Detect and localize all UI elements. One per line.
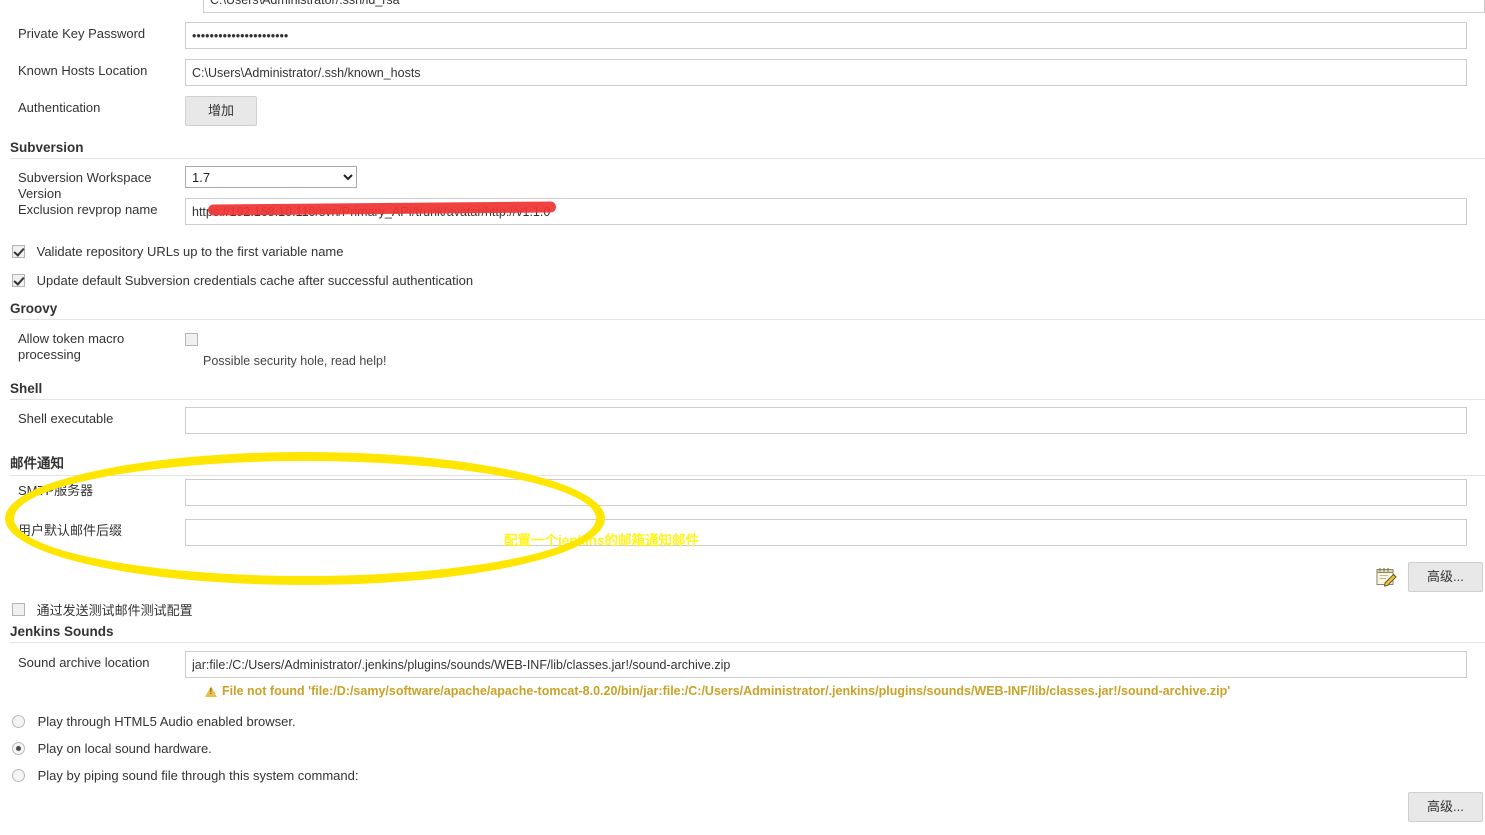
shell-executable-label: Shell executable <box>18 411 114 426</box>
validate-repository-urls-checkbox[interactable] <box>12 245 25 259</box>
playback-option-pipe-radio[interactable] <box>12 769 25 783</box>
exclusion-revprop-input[interactable] <box>185 198 1467 225</box>
groovy-section-divider <box>10 319 1485 320</box>
authentication-row: Authentication 增加 <box>0 96 1485 127</box>
shell-section-divider <box>10 399 1485 400</box>
sound-archive-warning-text: File not found 'file:/D:/samy/software/a… <box>222 684 1231 698</box>
allow-token-macro-label: Allow token macro processing <box>18 331 125 362</box>
smtp-server-input[interactable] <box>185 479 1467 506</box>
subversion-workspace-version-row: Subversion Workspace Version 1.7 <box>0 166 1485 202</box>
sounds-section-title: Jenkins Sounds <box>10 624 114 639</box>
ssh-private-key-path-input[interactable] <box>203 0 1485 13</box>
sound-archive-warning: File not found 'file:/D:/samy/software/a… <box>205 684 1230 698</box>
mail-section-title: 邮件通知 <box>10 456 64 471</box>
test-mail-config-row[interactable]: 通过发送测试邮件测试配置 <box>12 600 193 619</box>
mail-section-header: 邮件通知 <box>10 452 1485 476</box>
subversion-section-header: Subversion <box>10 140 1485 159</box>
known-hosts-location-label: Known Hosts Location <box>18 63 148 78</box>
notepad-pencil-icon[interactable] <box>1376 567 1398 587</box>
test-mail-config-label: 通过发送测试邮件测试配置 <box>36 603 193 618</box>
groovy-section-title: Groovy <box>10 301 58 316</box>
known-hosts-location-row: Known Hosts Location <box>0 59 1485 86</box>
playback-option-pipe-row[interactable]: Play by piping sound file through this s… <box>12 767 358 783</box>
add-authentication-button[interactable]: 增加 <box>185 96 258 127</box>
default-mail-suffix-row: 用户默认邮件后缀 <box>0 519 1485 546</box>
groovy-section-header: Groovy <box>10 301 1485 320</box>
groovy-security-hint: Possible security hole, read help! <box>203 354 387 368</box>
mail-actions-group: 高级... <box>1376 562 1483 593</box>
validate-repository-urls-label: Validate repository URLs up to the first… <box>36 244 344 260</box>
playback-option-local-label: Play on local sound hardware. <box>37 741 212 757</box>
sound-archive-location-label: Sound archive location <box>18 655 150 670</box>
playback-option-html5-row[interactable]: Play through HTML5 Audio enabled browser… <box>12 713 296 729</box>
sound-archive-location-row: Sound archive location <box>0 651 1485 678</box>
exclusion-revprop-label: Exclusion revprop name <box>18 202 158 217</box>
mail-advanced-button[interactable]: 高级... <box>1408 562 1483 593</box>
sounds-section-header: Jenkins Sounds <box>10 624 1485 643</box>
sound-archive-location-input[interactable] <box>185 651 1467 678</box>
subversion-section-divider <box>10 158 1485 159</box>
validate-repository-urls-row[interactable]: Validate repository URLs up to the first… <box>12 243 343 259</box>
subversion-section-title: Subversion <box>10 140 84 155</box>
known-hosts-location-input[interactable] <box>185 59 1467 86</box>
authentication-label: Authentication <box>18 100 101 115</box>
playback-option-html5-label: Play through HTML5 Audio enabled browser… <box>37 714 296 730</box>
sounds-advanced-button[interactable]: 高级... <box>1408 792 1483 823</box>
subversion-workspace-version-label: Subversion Workspace Version <box>18 170 152 201</box>
subversion-workspace-version-select[interactable]: 1.7 <box>185 166 357 188</box>
shell-executable-input[interactable] <box>185 407 1467 434</box>
shell-executable-row: Shell executable <box>0 407 1485 434</box>
playback-option-pipe-label: Play by piping sound file through this s… <box>37 768 359 784</box>
shell-section-header: Shell <box>10 381 1485 400</box>
jenkins-system-config-page: Private Key Password Known Hosts Locatio… <box>0 0 1485 835</box>
allow-token-macro-checkbox[interactable] <box>185 333 198 347</box>
update-credentials-cache-row[interactable]: Update default Subversion credentials ca… <box>12 272 473 288</box>
exclusion-revprop-row: Exclusion revprop name <box>0 198 1485 225</box>
smtp-server-row: SMTP服务器 <box>0 479 1485 506</box>
default-mail-suffix-label: 用户默认邮件后缀 <box>18 523 123 538</box>
private-key-password-row: Private Key Password <box>0 22 1485 49</box>
smtp-server-label: SMTP服务器 <box>18 483 94 498</box>
default-mail-suffix-input[interactable] <box>185 519 1467 546</box>
sounds-section-divider <box>10 642 1485 643</box>
warning-triangle-icon <box>205 685 217 697</box>
test-mail-config-checkbox[interactable] <box>12 603 25 616</box>
mail-section-divider <box>10 475 1485 476</box>
update-credentials-cache-label: Update default Subversion credentials ca… <box>36 273 474 289</box>
playback-option-local-radio[interactable] <box>12 742 25 756</box>
playback-option-html5-radio[interactable] <box>12 715 25 729</box>
private-key-password-label: Private Key Password <box>18 26 146 41</box>
shell-section-title: Shell <box>10 381 43 396</box>
clipped-top-field-row <box>203 0 1485 13</box>
private-key-password-input[interactable] <box>185 22 1467 49</box>
update-credentials-cache-checkbox[interactable] <box>12 274 25 288</box>
playback-option-local-row[interactable]: Play on local sound hardware. <box>12 740 212 756</box>
